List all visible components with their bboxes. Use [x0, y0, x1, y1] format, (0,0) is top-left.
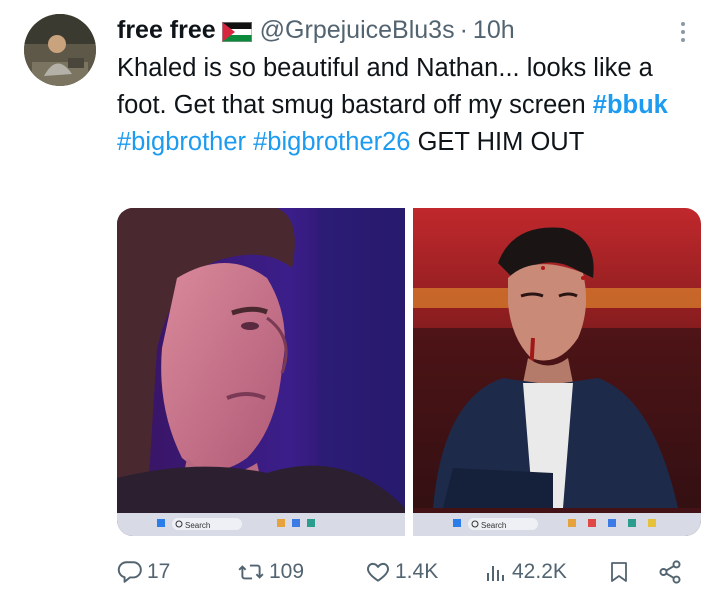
windows-start-icon: [157, 519, 165, 527]
avatar[interactable]: [24, 14, 96, 86]
right-taskbar-search: Search: [481, 521, 506, 530]
reply-button[interactable]: 17: [117, 552, 170, 592]
share-icon: [659, 560, 681, 584]
like-count: 1.4K: [395, 560, 439, 583]
bookmark-icon: [611, 562, 627, 582]
more-icon[interactable]: [674, 20, 692, 46]
view-count: 42.2K: [512, 560, 567, 583]
reply-count: 17: [147, 560, 171, 583]
tweet-photo-left[interactable]: Search: [117, 208, 405, 536]
user-handle[interactable]: @GrpejuiceBlu3s: [260, 16, 455, 45]
hashtag-bigbrother[interactable]: #bigbrother: [117, 128, 246, 156]
hashtag-bbuk[interactable]: #bbuk: [593, 91, 668, 119]
share-button[interactable]: [657, 552, 683, 592]
tweet-text-suffix: GET HIM OUT: [410, 128, 585, 156]
like-button[interactable]: 1.4K: [365, 552, 438, 592]
repost-icon: [238, 564, 264, 580]
hashtag-bigbrother26[interactable]: #bigbrother26: [253, 128, 410, 156]
views-icon: [487, 566, 504, 581]
bookmark-button[interactable]: [607, 552, 631, 592]
separator-dot: ·: [459, 15, 468, 44]
palestine-flag-icon: [221, 20, 252, 42]
photo-man-on-stage: Search: [413, 208, 701, 536]
tweet-text-prefix: Khaled is so beautiful and Nathan... loo…: [117, 54, 653, 119]
repost-button[interactable]: 109: [237, 552, 304, 592]
views-button[interactable]: 42.2K: [484, 552, 567, 592]
like-icon: [367, 562, 389, 582]
tweet-photo-right[interactable]: Search: [413, 208, 701, 536]
timestamp[interactable]: 10h: [473, 16, 515, 45]
left-taskbar-search: Search: [185, 521, 210, 530]
tweet-actions: 17 109 1.4K 42.2K: [117, 552, 707, 592]
avatar-image: [24, 14, 96, 86]
photo-man-in-purple-light: Search: [117, 208, 405, 536]
display-name[interactable]: free free: [117, 16, 216, 45]
tweet-header: free free @GrpejuiceBlu3s · 10h: [117, 14, 515, 46]
tweet-text: Khaled is so beautiful and Nathan... loo…: [117, 50, 707, 161]
repost-count: 109: [269, 560, 305, 583]
reply-icon: [117, 561, 142, 583]
